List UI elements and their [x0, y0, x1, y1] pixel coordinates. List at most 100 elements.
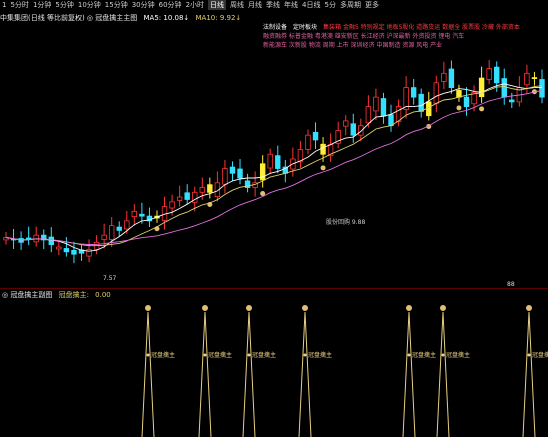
signal-spike-icon	[202, 305, 208, 311]
signal-spike	[242, 311, 256, 437]
signal-mid-dot-icon	[527, 353, 531, 357]
candle-body	[71, 249, 77, 255]
signal-spike-icon	[440, 305, 446, 311]
signal-spike	[298, 311, 312, 437]
period-tab-8[interactable]: 2小时	[186, 0, 204, 10]
period-tab-3[interactable]: 5分钟	[55, 0, 73, 10]
sub-indicator-label: 冠盘擒主:	[58, 291, 89, 299]
signal-label: 冠盘擒主	[151, 351, 175, 359]
candle-body	[373, 96, 379, 112]
candle-body	[139, 213, 145, 217]
candle-body	[222, 168, 228, 185]
period-tab-14[interactable]: 4日线	[302, 0, 320, 10]
candle-body	[486, 68, 492, 80]
low-price-label: 7.57	[103, 275, 117, 282]
period-tab-12[interactable]: 季线	[266, 0, 280, 10]
candle-body	[108, 225, 115, 240]
signal-spike	[522, 311, 536, 437]
signal-mid-dot-icon	[247, 353, 251, 357]
period-tab-15[interactable]: 5分	[325, 0, 336, 10]
candle-body	[124, 220, 130, 230]
candle-body	[410, 87, 417, 98]
signal-mid-dot-icon	[203, 353, 207, 357]
candle-body	[433, 82, 440, 104]
ma10-line	[5, 85, 543, 247]
candle-body	[388, 114, 394, 127]
candlestick-chart[interactable]	[0, 30, 548, 288]
signal-dot-icon	[320, 165, 326, 171]
candle-body	[463, 96, 470, 108]
candle-body	[343, 120, 349, 127]
period-tab-6[interactable]: 30分钟	[132, 0, 155, 10]
candle-body	[169, 201, 175, 209]
signal-label: 冠盘擒主	[412, 351, 436, 359]
signal-label: 冠盘擒主	[208, 351, 232, 359]
signal-subchart[interactable]: 冠盘擒主 冠盘擒主 冠盘擒主 冠盘擒主 冠盘擒主 冠盘擒主 冠盘擒主	[0, 300, 548, 437]
signal-spike	[402, 311, 416, 437]
signal-mid-dot-icon	[146, 353, 150, 357]
period-tab-13[interactable]: 年线	[284, 0, 298, 10]
pane-divider[interactable]	[0, 288, 548, 289]
candle-body	[25, 237, 32, 240]
event-marker[interactable]: 88	[507, 281, 515, 288]
candle-body	[267, 153, 273, 169]
candle-body	[501, 78, 507, 98]
ma10-readout: MA10: 9.92↓	[195, 14, 242, 22]
signal-label: 冠盘擒主	[308, 351, 332, 359]
period-tab-17[interactable]: 更多	[365, 0, 379, 10]
period-tab-0[interactable]: 1	[2, 0, 6, 10]
signal-spike-icon	[246, 305, 252, 311]
period-tab-2[interactable]: 1分钟	[33, 0, 51, 10]
candle-body	[101, 234, 107, 240]
ma5-line	[5, 83, 542, 252]
signal-label: 冠盘擒主	[532, 351, 548, 359]
main-chart-title: 中集集团(日线 等比前复权) ◎ 冠盘擒主主图 MA5: 10.08↓ MA10…	[0, 13, 241, 23]
signal-mid-dot-icon	[303, 353, 307, 357]
candle-body	[63, 248, 70, 253]
signal-spike-icon	[406, 305, 412, 311]
period-tab-5[interactable]: 15分钟	[105, 0, 128, 10]
candle-body	[478, 77, 485, 98]
candle-body	[365, 106, 372, 124]
candle-body	[531, 77, 538, 80]
candle-body	[524, 72, 530, 86]
signal-spike-icon	[526, 305, 532, 311]
signal-spike	[436, 311, 450, 437]
candle-body	[207, 184, 213, 193]
period-tab-9[interactable]: 日线	[208, 0, 227, 10]
candle-body	[116, 226, 122, 231]
candle-body	[418, 93, 424, 112]
signal-dot-icon	[456, 105, 462, 111]
candle-body	[275, 155, 281, 169]
candle-body	[380, 98, 387, 117]
period-tab-7[interactable]: 60分钟	[159, 0, 182, 10]
period-tab-10[interactable]: 周线	[230, 0, 244, 10]
candle-body	[184, 192, 190, 200]
ma20-line	[5, 90, 543, 245]
period-toolbar: 1 5分时 1分钟 5分钟 10分钟 15分钟 30分钟 60分钟 2小时 日线 周线 月线 季线 年线 4…	[0, 0, 548, 10]
candle-body	[86, 249, 92, 257]
signal-label: 冠盘擒主	[446, 351, 470, 359]
candle-body	[312, 131, 319, 141]
period-tab-11[interactable]: 月线	[248, 0, 262, 10]
period-tab-4[interactable]: 10分钟	[78, 0, 101, 10]
signal-spike	[141, 311, 155, 437]
candle-body	[350, 123, 356, 136]
sub-indicator-name[interactable]: ◎ 冠盘擒主副图	[2, 291, 52, 299]
candle-body	[56, 246, 62, 250]
signal-dot-icon	[479, 106, 485, 112]
buyback-annotation: 股份回购 9.88	[326, 219, 366, 226]
candle-body	[131, 210, 138, 217]
indicator-name[interactable]: ◎ 冠盘擒主主图	[87, 14, 137, 22]
candle-body	[441, 72, 447, 82]
sub-chart-title: ◎ 冠盘擒主副图 冠盘擒主: 0.00	[2, 290, 111, 300]
signal-spike-icon	[145, 305, 151, 311]
candle-body	[539, 79, 545, 98]
candle-body	[18, 238, 24, 243]
period-tab-1[interactable]: 5分时	[10, 0, 28, 10]
candle-body	[320, 143, 326, 155]
period-tab-16[interactable]: 多周期	[340, 0, 361, 10]
signal-mid-dot-icon	[407, 353, 411, 357]
candle-body	[48, 236, 54, 246]
candle-body	[456, 90, 462, 98]
